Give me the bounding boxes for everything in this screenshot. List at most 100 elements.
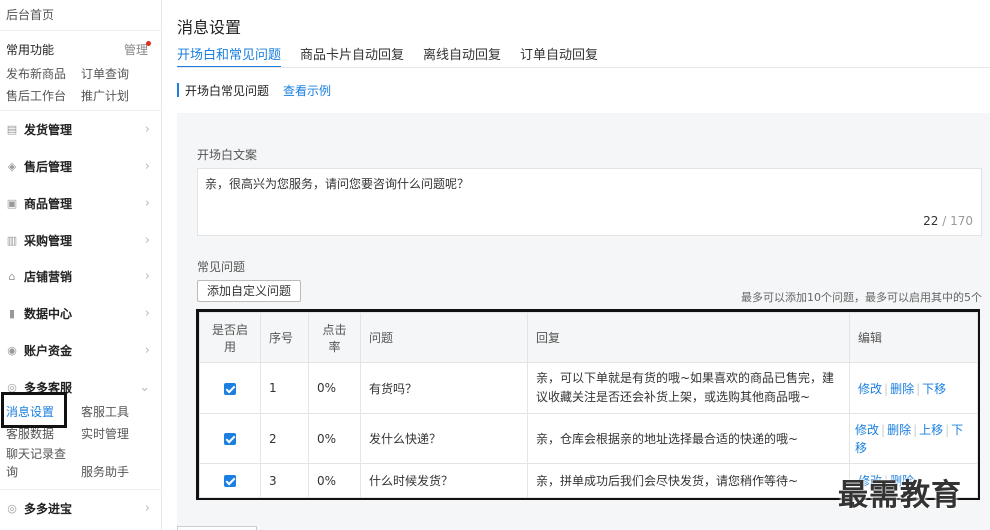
- enable-cell: [199, 362, 261, 414]
- opening-text-label: 开场白文案: [197, 148, 258, 162]
- divider: [0, 30, 162, 31]
- chevron-right-icon: ›: [144, 196, 150, 211]
- sidebar-home-link[interactable]: 后台首页: [6, 6, 54, 23]
- sidebar-item-label: 发货管理: [24, 123, 73, 137]
- cart-icon: ▥: [6, 233, 18, 247]
- char-count-separator: /: [938, 214, 951, 228]
- manage-link[interactable]: 管理: [124, 41, 148, 58]
- chevron-right-icon: ›: [144, 501, 150, 516]
- tab-opening-faq[interactable]: 开场白和常见问题: [177, 44, 282, 68]
- question-limit-hint: 最多可以添加10个问题，最多可以启用其中的5个: [741, 291, 982, 304]
- chevron-right-icon: ›: [144, 122, 150, 137]
- rate-cell: 0%: [308, 362, 361, 414]
- sidebar-item-label: 账户资金: [24, 344, 73, 358]
- notification-dot: [146, 41, 151, 46]
- char-counter: 22 / 170: [923, 214, 973, 228]
- faq-label: 常见问题: [197, 260, 246, 274]
- quick-link-publish-product[interactable]: 发布新商品: [6, 65, 66, 82]
- main-content: 消息设置 开场白和常见问题 商品卡片自动回复 离线自动回复 订单自动回复 开场白…: [162, 0, 990, 530]
- section-marker: [177, 83, 179, 97]
- actions-cell: 修改 | 删除 | 下移: [849, 362, 978, 414]
- sidebar-sub-realtime[interactable]: 实时管理: [81, 425, 129, 442]
- sidebar-sub-service-assistant[interactable]: 服务助手: [81, 463, 129, 480]
- number-cell: 3: [260, 463, 309, 498]
- quick-link-promotion-plan[interactable]: 推广计划: [81, 87, 129, 104]
- sidebar-item-label: 售后管理: [24, 160, 73, 174]
- col-reply: 回复: [527, 312, 850, 363]
- enable-checkbox[interactable]: [224, 475, 236, 487]
- question-cell: 发什么快递？: [360, 413, 528, 464]
- add-custom-question-button[interactable]: 添加自定义问题: [197, 280, 301, 302]
- divider: [177, 67, 990, 68]
- col-edit: 编辑: [849, 312, 978, 363]
- sidebar-item-aftersale[interactable]: ◈ 售后管理 ›: [0, 148, 162, 185]
- tab-offline-reply[interactable]: 离线自动回复: [423, 44, 501, 68]
- char-count-max: 170: [950, 214, 973, 228]
- chevron-down-icon: ⌄: [139, 380, 150, 395]
- common-functions-title: 常用功能: [6, 43, 55, 57]
- col-question: 问题: [360, 312, 528, 363]
- tab-order-reply[interactable]: 订单自动回复: [520, 44, 598, 68]
- opening-text-value: 亲，很高兴为您服务，请问您要咨询什么问题呢？: [205, 177, 470, 191]
- sidebar: 后台首页 常用功能 管理 发布新商品 订单查询 售后工作台 推广计划 ▤ 发货管…: [0, 0, 162, 530]
- question-cell: 有货吗？: [360, 362, 528, 414]
- chevron-right-icon: ›: [144, 269, 150, 284]
- page-title: 消息设置: [177, 18, 242, 37]
- enable-checkbox[interactable]: [224, 382, 236, 395]
- sidebar-item-label: 店铺营销: [24, 270, 73, 284]
- sidebar-item-label: 商品管理: [24, 197, 73, 211]
- gift-icon: ◎: [7, 501, 17, 515]
- tab-bar: 开场白和常见问题 商品卡片自动回复 离线自动回复 订单自动回复: [177, 44, 617, 68]
- actions-cell: 修改 | 删除 | 上移 | 下移: [849, 413, 978, 464]
- sidebar-item-shipping[interactable]: ▤ 发货管理 ›: [0, 111, 162, 148]
- sidebar-item-label: 多多进宝: [24, 502, 73, 516]
- reply-cell: 亲，仓库会根据亲的地址选择最合适的快递的哦~: [527, 413, 850, 464]
- table-row: 1 0% 有货吗？ 亲，可以下单就是有货的哦~如果喜欢的商品已售完，建议收藏关注…: [199, 362, 978, 414]
- sidebar-item-marketing[interactable]: ⌂ 店铺营销 ›: [0, 258, 162, 295]
- reply-cell: 亲，可以下单就是有货的哦~如果喜欢的商品已售完，建议收藏关注是否还会补货上架，或…: [527, 362, 850, 414]
- enable-checkbox[interactable]: [224, 433, 236, 445]
- sidebar-item-data-center[interactable]: ▮ 数据中心 ›: [0, 295, 162, 332]
- edit-link[interactable]: 修改: [855, 423, 879, 437]
- sidebar-item-products[interactable]: ▣ 商品管理 ›: [0, 185, 162, 222]
- char-count-current: 22: [923, 214, 939, 228]
- bottom-button-stub[interactable]: [177, 526, 257, 530]
- move-up-link[interactable]: 上移: [919, 423, 943, 437]
- highlight-box: [1, 392, 67, 428]
- move-down-link[interactable]: 下移: [922, 382, 946, 396]
- view-example-link[interactable]: 查看示例: [283, 82, 331, 99]
- sidebar-item-label: 数据中心: [24, 307, 73, 321]
- opening-text-field[interactable]: 亲，很高兴为您服务，请问您要咨询什么问题呢？ 22 / 170: [197, 168, 982, 236]
- col-click-rate: 点击率: [308, 312, 361, 363]
- rate-cell: 0%: [308, 413, 361, 464]
- chevron-right-icon: ›: [144, 343, 150, 358]
- sidebar-item-purchase[interactable]: ▥ 采购管理 ›: [0, 222, 162, 259]
- table-header-row: 是否启用 序号 点击率 问题 回复 编辑: [199, 312, 978, 363]
- sidebar-item-duoduo-jinbao[interactable]: ◎ 多多进宝 ›: [0, 490, 162, 527]
- chevron-right-icon: ›: [144, 233, 150, 248]
- number-cell: 2: [260, 413, 309, 464]
- question-cell: 什么时候发货？: [360, 463, 528, 498]
- tab-product-card-reply[interactable]: 商品卡片自动回复: [300, 44, 404, 68]
- reply-cell: 亲，拼单成功后我们会尽快发货，请您稍作等待~: [527, 463, 850, 498]
- quick-link-order-query[interactable]: 订单查询: [81, 65, 129, 82]
- quick-link-aftersale-desk[interactable]: 售后工作台: [6, 87, 66, 104]
- section-title: 开场白常见问题: [185, 84, 270, 98]
- sidebar-sub-service-tools[interactable]: 客服工具: [81, 403, 129, 420]
- edit-link[interactable]: 修改: [858, 382, 882, 396]
- sidebar-item-label: 采购管理: [24, 234, 73, 248]
- number-cell: 1: [260, 362, 309, 414]
- enable-cell: [199, 413, 261, 464]
- sidebar-item-funds[interactable]: ◉ 账户资金 ›: [0, 332, 162, 369]
- shield-icon: ◈: [7, 159, 17, 173]
- rate-cell: 0%: [308, 463, 361, 498]
- enable-cell: [199, 463, 261, 498]
- wallet-icon: ◉: [7, 343, 17, 357]
- col-enabled: 是否启用: [199, 312, 261, 363]
- chart-icon: ▮: [8, 306, 16, 320]
- delete-link[interactable]: 删除: [890, 382, 914, 396]
- table-row: 2 0% 发什么快递？ 亲，仓库会根据亲的地址选择最合适的快递的哦~ 修改 | 删除…: [199, 413, 978, 464]
- delete-link[interactable]: 删除: [887, 423, 911, 437]
- sidebar-sub-chat-history[interactable]: 聊天记录查询: [6, 445, 76, 481]
- chevron-right-icon: ›: [144, 306, 150, 321]
